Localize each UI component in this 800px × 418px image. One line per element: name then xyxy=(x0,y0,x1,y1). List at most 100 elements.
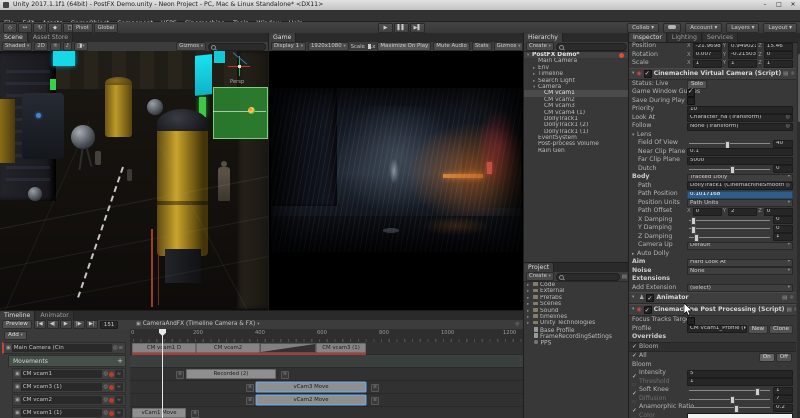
dropdown[interactable]: Tracked Dolly ▾ xyxy=(687,173,793,182)
tab-services[interactable]: Services xyxy=(702,33,738,42)
timeline-clip-recorded-2[interactable]: Recorded (2) xyxy=(186,369,276,379)
hierarchy-item-rain-gen[interactable]: Rain Gen xyxy=(524,148,629,154)
move-tool-icon[interactable]: ↔ xyxy=(18,23,32,33)
object-field[interactable]: DollyTrack1 (CinemachineSmooth ◎ xyxy=(687,182,793,190)
text-field[interactable]: 10 xyxy=(687,105,793,114)
hand-tool-icon[interactable]: ◇ xyxy=(3,23,17,33)
project-item-pps[interactable]: PPS xyxy=(524,339,629,346)
slider-value-field[interactable]: 0 xyxy=(773,165,793,173)
vector-field[interactable]: 2 xyxy=(727,207,758,216)
profile-field[interactable]: CM vcam1_Profile (Po xyxy=(687,325,747,333)
track-name-field[interactable]: CM vcam1 (1) xyxy=(20,409,103,417)
record-button[interactable] xyxy=(109,371,114,377)
tab-hierarchy[interactable]: Hierarchy xyxy=(524,33,563,42)
vector-field[interactable]: -0.215031 xyxy=(727,51,758,59)
scale-slider-handle[interactable] xyxy=(367,44,371,49)
vector-field[interactable]: 0 xyxy=(692,207,722,216)
gear-icon[interactable]: ☼ xyxy=(790,71,795,77)
vector-field[interactable]: 0 xyxy=(763,207,793,216)
slider-track[interactable] xyxy=(689,225,770,234)
go-to-start-button[interactable]: |◀ xyxy=(33,320,46,329)
record-button[interactable] xyxy=(109,410,114,416)
tab-timeline[interactable]: Timeline xyxy=(0,311,36,320)
tab-lighting[interactable]: Lighting xyxy=(667,33,702,42)
clip-ease-handle[interactable]: ≡ xyxy=(371,397,379,405)
timeline-clip-cm-vcam3-1[interactable]: CM vcam3 (1) xyxy=(316,343,366,353)
maximize-on-play-toggle[interactable]: Maximize On Play xyxy=(377,42,432,51)
slider-track[interactable] xyxy=(689,234,770,242)
slider-value-field[interactable]: 1 xyxy=(773,233,793,241)
clip-ease-handle[interactable]: ≡ xyxy=(246,384,254,392)
tab-asset-store[interactable]: Asset Store xyxy=(28,33,74,42)
timeline-track-main-camera-cin[interactable]: ▣ Main Camera (Cin ◎ ≡ xyxy=(2,342,126,354)
view-gizmo-center[interactable] xyxy=(238,65,241,68)
account-button[interactable]: Account ▾ xyxy=(685,23,723,33)
persp-label[interactable]: Persp xyxy=(230,79,244,85)
object-picker-icon[interactable]: ◎ xyxy=(786,183,790,189)
timeline-track-movements[interactable]: Movements + xyxy=(8,355,126,367)
vector-field[interactable]: 0.007 xyxy=(692,51,722,59)
foldout-arrow-icon[interactable]: ▾ xyxy=(632,69,634,79)
vector-field[interactable]: 1 xyxy=(692,59,722,68)
foldout-arrow-icon[interactable]: ▸ xyxy=(527,289,532,294)
dropdown[interactable]: Path Units ▾ xyxy=(687,199,793,207)
timeline-clip-vcam1-move[interactable]: vCam1 Move xyxy=(132,408,186,418)
object-picker-icon[interactable]: ◎ xyxy=(786,115,790,121)
project-search-input[interactable] xyxy=(555,272,620,281)
track-name-field[interactable]: CM vcam1 xyxy=(20,370,103,378)
game-gizmos-dropdown[interactable]: Gizmos ▾ xyxy=(493,42,524,51)
timeline-settings-gear-icon[interactable]: ☼ xyxy=(515,321,520,328)
tab-inspector[interactable]: Inspector xyxy=(629,33,667,42)
slider-value-field[interactable]: 7 xyxy=(773,395,793,403)
clip-ease-handle[interactable]: ≡ xyxy=(191,410,199,418)
color-swatch[interactable] xyxy=(687,412,793,418)
maximize-button[interactable]: □ xyxy=(772,0,786,10)
slider-track[interactable] xyxy=(689,140,770,149)
layout-button[interactable]: Layout ▾ xyxy=(763,23,797,33)
curves-icon[interactable]: ≈ xyxy=(115,370,123,378)
stats-toggle[interactable]: Stats xyxy=(471,42,492,51)
checkbox[interactable] xyxy=(687,88,695,97)
gear-icon[interactable]: ☼ xyxy=(789,295,794,301)
collab-alert-badge[interactable] xyxy=(619,53,624,58)
dropdown[interactable]: None ▾ xyxy=(687,267,793,275)
object-picker-icon[interactable]: ◎ xyxy=(113,345,118,351)
collab-button[interactable]: Collab ▾ xyxy=(627,23,660,33)
clip-ease-handle[interactable]: ≡ xyxy=(371,384,379,392)
all-checkbox[interactable]: ✓ xyxy=(632,352,639,361)
project-create-button[interactable]: Create ▾ xyxy=(526,272,554,281)
scale-tool-icon[interactable]: ◆ xyxy=(48,23,62,33)
timeline-track-cm-vcam2[interactable]: ▣ CM vcam2 ◎ ≈ xyxy=(12,394,126,406)
enabled-checkbox[interactable] xyxy=(643,306,652,316)
hierarchy-search-input[interactable] xyxy=(555,42,627,51)
previous-frame-button[interactable]: ◀| xyxy=(46,320,59,329)
object-picker-icon[interactable]: ◎ xyxy=(103,410,108,416)
preview-toggle[interactable]: Preview xyxy=(2,320,32,329)
clip-blend-region[interactable] xyxy=(260,343,316,353)
hierarchy-create-button[interactable]: Create ▾ xyxy=(526,42,554,51)
scene-lighting-toggle-icon[interactable]: ☼ xyxy=(49,42,61,51)
foldout-lens[interactable]: ▾ Lens xyxy=(629,131,796,140)
checkbox[interactable] xyxy=(687,316,695,325)
dropdown[interactable]: Hard Look At ▾ xyxy=(687,258,793,267)
clip-ease-handle[interactable]: ≡ xyxy=(176,371,184,379)
timeline-breadcrumb[interactable]: ▣ CameraAndFX (Timeline Camera & FX) ▾ xyxy=(136,321,260,327)
foldout-arrow-icon[interactable]: ▾ xyxy=(632,305,634,315)
foldout-auto-dolly[interactable]: ▸ Auto Dolly xyxy=(629,250,796,259)
go-to-end-button[interactable]: ▶| xyxy=(85,320,98,329)
curves-icon[interactable]: ≈ xyxy=(115,409,123,417)
slider-value-field[interactable]: 0 xyxy=(773,224,793,233)
track-name-field[interactable]: Main Camera (Cin xyxy=(11,344,113,352)
text-field[interactable]: 5000 xyxy=(687,156,793,165)
vector-field[interactable]: 1 xyxy=(727,59,758,68)
game-viewport[interactable] xyxy=(269,51,524,310)
tab-game[interactable]: Game xyxy=(269,33,297,42)
dolly-track-path[interactable] xyxy=(77,166,124,298)
object-field[interactable]: None (Transform) ◎ xyxy=(687,122,793,131)
minimize-button[interactable]: – xyxy=(758,0,772,10)
gear-icon[interactable]: ☼ xyxy=(793,307,796,313)
foldout-arrow-icon[interactable]: ▸ xyxy=(527,321,532,326)
resolution-dropdown[interactable]: 1920x1080 ▾ xyxy=(308,42,349,51)
vector-field[interactable]: -21.96986 xyxy=(692,42,722,51)
track-name-field[interactable]: CM vcam2 xyxy=(20,396,103,404)
